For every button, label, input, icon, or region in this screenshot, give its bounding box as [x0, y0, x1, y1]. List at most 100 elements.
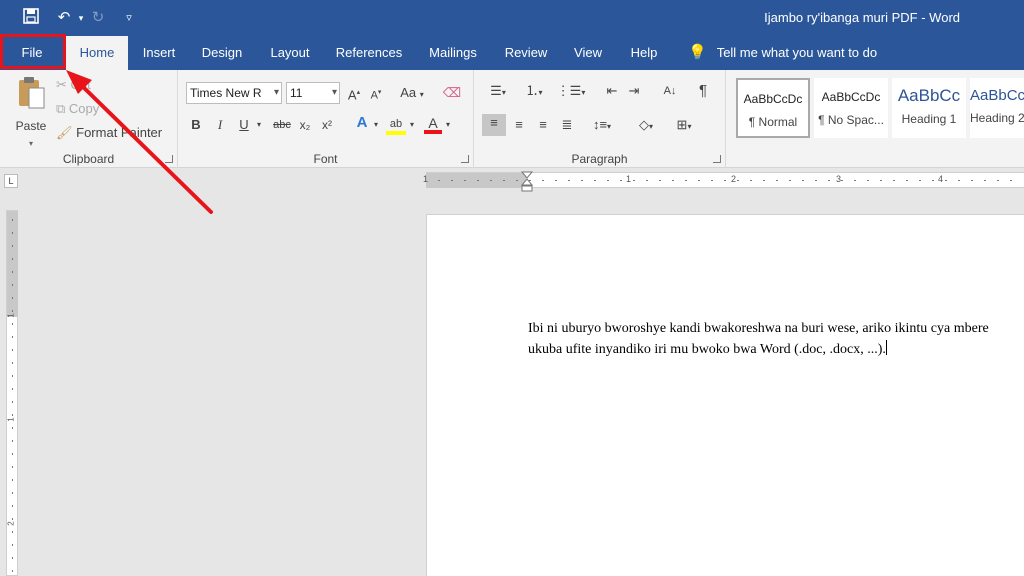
ruler-tick [841, 180, 843, 181]
clear-formatting-icon[interactable]: ⌫ [442, 84, 462, 102]
line-spacing-icon[interactable]: ↕≡▾ [588, 116, 616, 136]
paste-button[interactable]: Paste ▾ [12, 76, 50, 148]
tab-references[interactable]: References [332, 36, 406, 70]
ruler-number: 1 [6, 313, 16, 318]
ruler-tick [737, 180, 739, 181]
ruler-tick [659, 180, 661, 181]
tab-view[interactable]: View [568, 36, 608, 70]
chevron-down-icon[interactable]: ▾ [408, 116, 416, 134]
decrease-indent-icon[interactable]: ⇤ [602, 82, 622, 100]
ruler-tick [12, 557, 13, 559]
ruler-tick [724, 180, 726, 181]
font-name-value: Times New R [190, 86, 262, 100]
text-effects-icon[interactable]: A [352, 114, 372, 132]
ruler-margin-shade [7, 211, 18, 317]
ribbon-tabs: File Home Insert Design Layout Reference… [0, 36, 1024, 70]
style-no-spacing[interactable]: AaBbCcDc ¶ No Spac... [814, 78, 888, 138]
show-marks-icon[interactable]: ¶ [694, 82, 712, 100]
font-size-value: 11 [290, 86, 303, 100]
change-case-button[interactable]: Aa ▾ [396, 84, 428, 104]
style-name: Heading 1 [901, 112, 957, 126]
font-launcher-icon[interactable] [461, 155, 469, 163]
ruler-tick [12, 492, 13, 494]
horizontal-ruler[interactable]: 1 1 2 3 4 [423, 171, 1024, 192]
shrink-font-icon[interactable]: A▾ [366, 84, 386, 105]
multilevel-list-icon[interactable]: ⋮☰▾ [556, 82, 586, 102]
font-name-combo[interactable]: Times New R ▾ [186, 82, 282, 104]
grow-font-icon[interactable]: A▴ [344, 84, 364, 104]
ruler-tick [776, 180, 778, 181]
underline-dropdown-icon[interactable]: ▾ [254, 116, 264, 134]
increase-indent-icon[interactable]: ⇥ [624, 82, 644, 100]
underline-button[interactable]: U [236, 116, 252, 134]
ruler-tick [802, 180, 804, 181]
align-center-icon[interactable]: ≡ [508, 116, 530, 134]
ruler-tick [12, 427, 13, 429]
italic-button[interactable]: I [212, 116, 228, 134]
strikethrough-button[interactable]: abc [270, 116, 294, 134]
ruler-tick [12, 323, 13, 325]
bold-button[interactable]: B [188, 116, 204, 134]
tell-me-search[interactable]: 💡 Tell me what you want to do [688, 36, 877, 70]
style-heading-2[interactable]: AaBbCc Heading 2 [970, 78, 1024, 138]
justify-icon[interactable]: ≣ [556, 116, 578, 134]
style-heading-1[interactable]: AaBbCc Heading 1 [892, 78, 966, 138]
vertical-ruler[interactable]: 1 1 2 [6, 210, 18, 576]
chevron-down-icon[interactable]: ▾ [372, 116, 380, 134]
word-window: ↶ ▾ ↻ ▿ Ijambo ry'ibanga muri PDF - Word… [0, 0, 1024, 576]
ruler-tick [12, 349, 13, 351]
tab-design[interactable]: Design [196, 36, 248, 70]
font-color-icon[interactable]: A [424, 114, 442, 134]
format-painter-button[interactable]: 🖌 Format Painter [56, 124, 176, 142]
style-name: ¶ Normal [748, 115, 798, 129]
sort-icon[interactable]: A↓ [660, 82, 680, 100]
window-title: Ijambo ry'ibanga muri PDF - Word [764, 10, 960, 25]
document-page[interactable]: Ibi ni uburyo bworoshye kandi bwakoreshw… [426, 214, 1024, 576]
align-right-icon[interactable]: ≡ [532, 116, 554, 134]
cut-button[interactable]: ✂ Cut [56, 76, 136, 94]
tab-file[interactable]: File [0, 36, 64, 70]
paragraph-launcher-icon[interactable] [713, 155, 721, 163]
highlight-color-icon[interactable]: ab [386, 114, 406, 135]
ruler-tick [12, 310, 13, 312]
indent-marker-icon[interactable] [521, 171, 533, 193]
numbering-icon[interactable]: ⒈▾ [520, 82, 548, 102]
ruler-tick [581, 180, 583, 181]
paste-dropdown-icon[interactable]: ▾ [12, 135, 50, 153]
change-case-label: Aa [400, 85, 417, 100]
copy-button[interactable]: ⧉ Copy [56, 100, 136, 118]
ruler-tick [12, 232, 13, 234]
tab-help[interactable]: Help [624, 36, 664, 70]
ruler-tick [828, 180, 830, 181]
tab-selector[interactable]: L [4, 174, 18, 188]
tab-layout[interactable]: Layout [264, 36, 316, 70]
bullets-icon[interactable]: ☰▾ [484, 82, 512, 102]
ruler-tick [646, 180, 648, 181]
tab-mailings[interactable]: Mailings [422, 36, 484, 70]
style-preview: AaBbCc [970, 87, 1024, 104]
tab-review[interactable]: Review [500, 36, 552, 70]
tab-insert[interactable]: Insert [136, 36, 182, 70]
borders-icon[interactable]: ⊞▾ [670, 116, 698, 136]
font-size-combo[interactable]: 11 ▾ [286, 82, 340, 104]
ruler-tick [984, 180, 986, 181]
clipboard-launcher-icon[interactable] [165, 155, 173, 163]
ruler-tick [12, 245, 13, 247]
ruler-tick [542, 180, 544, 181]
document-body[interactable]: Ibi ni uburyo bworoshye kandi bwakoreshw… [528, 318, 1024, 360]
tab-home[interactable]: Home [66, 36, 128, 70]
align-left-icon[interactable]: ≡ [482, 114, 506, 136]
style-normal[interactable]: AaBbCcDc ¶ Normal [736, 78, 810, 138]
ruler-number: 1 [423, 174, 429, 184]
shading-icon[interactable]: ◇▾ [632, 116, 660, 136]
ruler-tick [815, 180, 817, 181]
ruler-number: 1 [6, 417, 16, 422]
ruler-number: 1 [626, 174, 632, 184]
superscript-button[interactable]: x² [318, 116, 336, 134]
ruler-tick [12, 297, 13, 299]
chevron-down-icon[interactable]: ▾ [444, 116, 452, 134]
ruler-tick [12, 544, 13, 546]
ruler-tick [880, 180, 882, 181]
subscript-button[interactable]: x₂ [296, 116, 314, 134]
ruler-tick [607, 180, 609, 181]
